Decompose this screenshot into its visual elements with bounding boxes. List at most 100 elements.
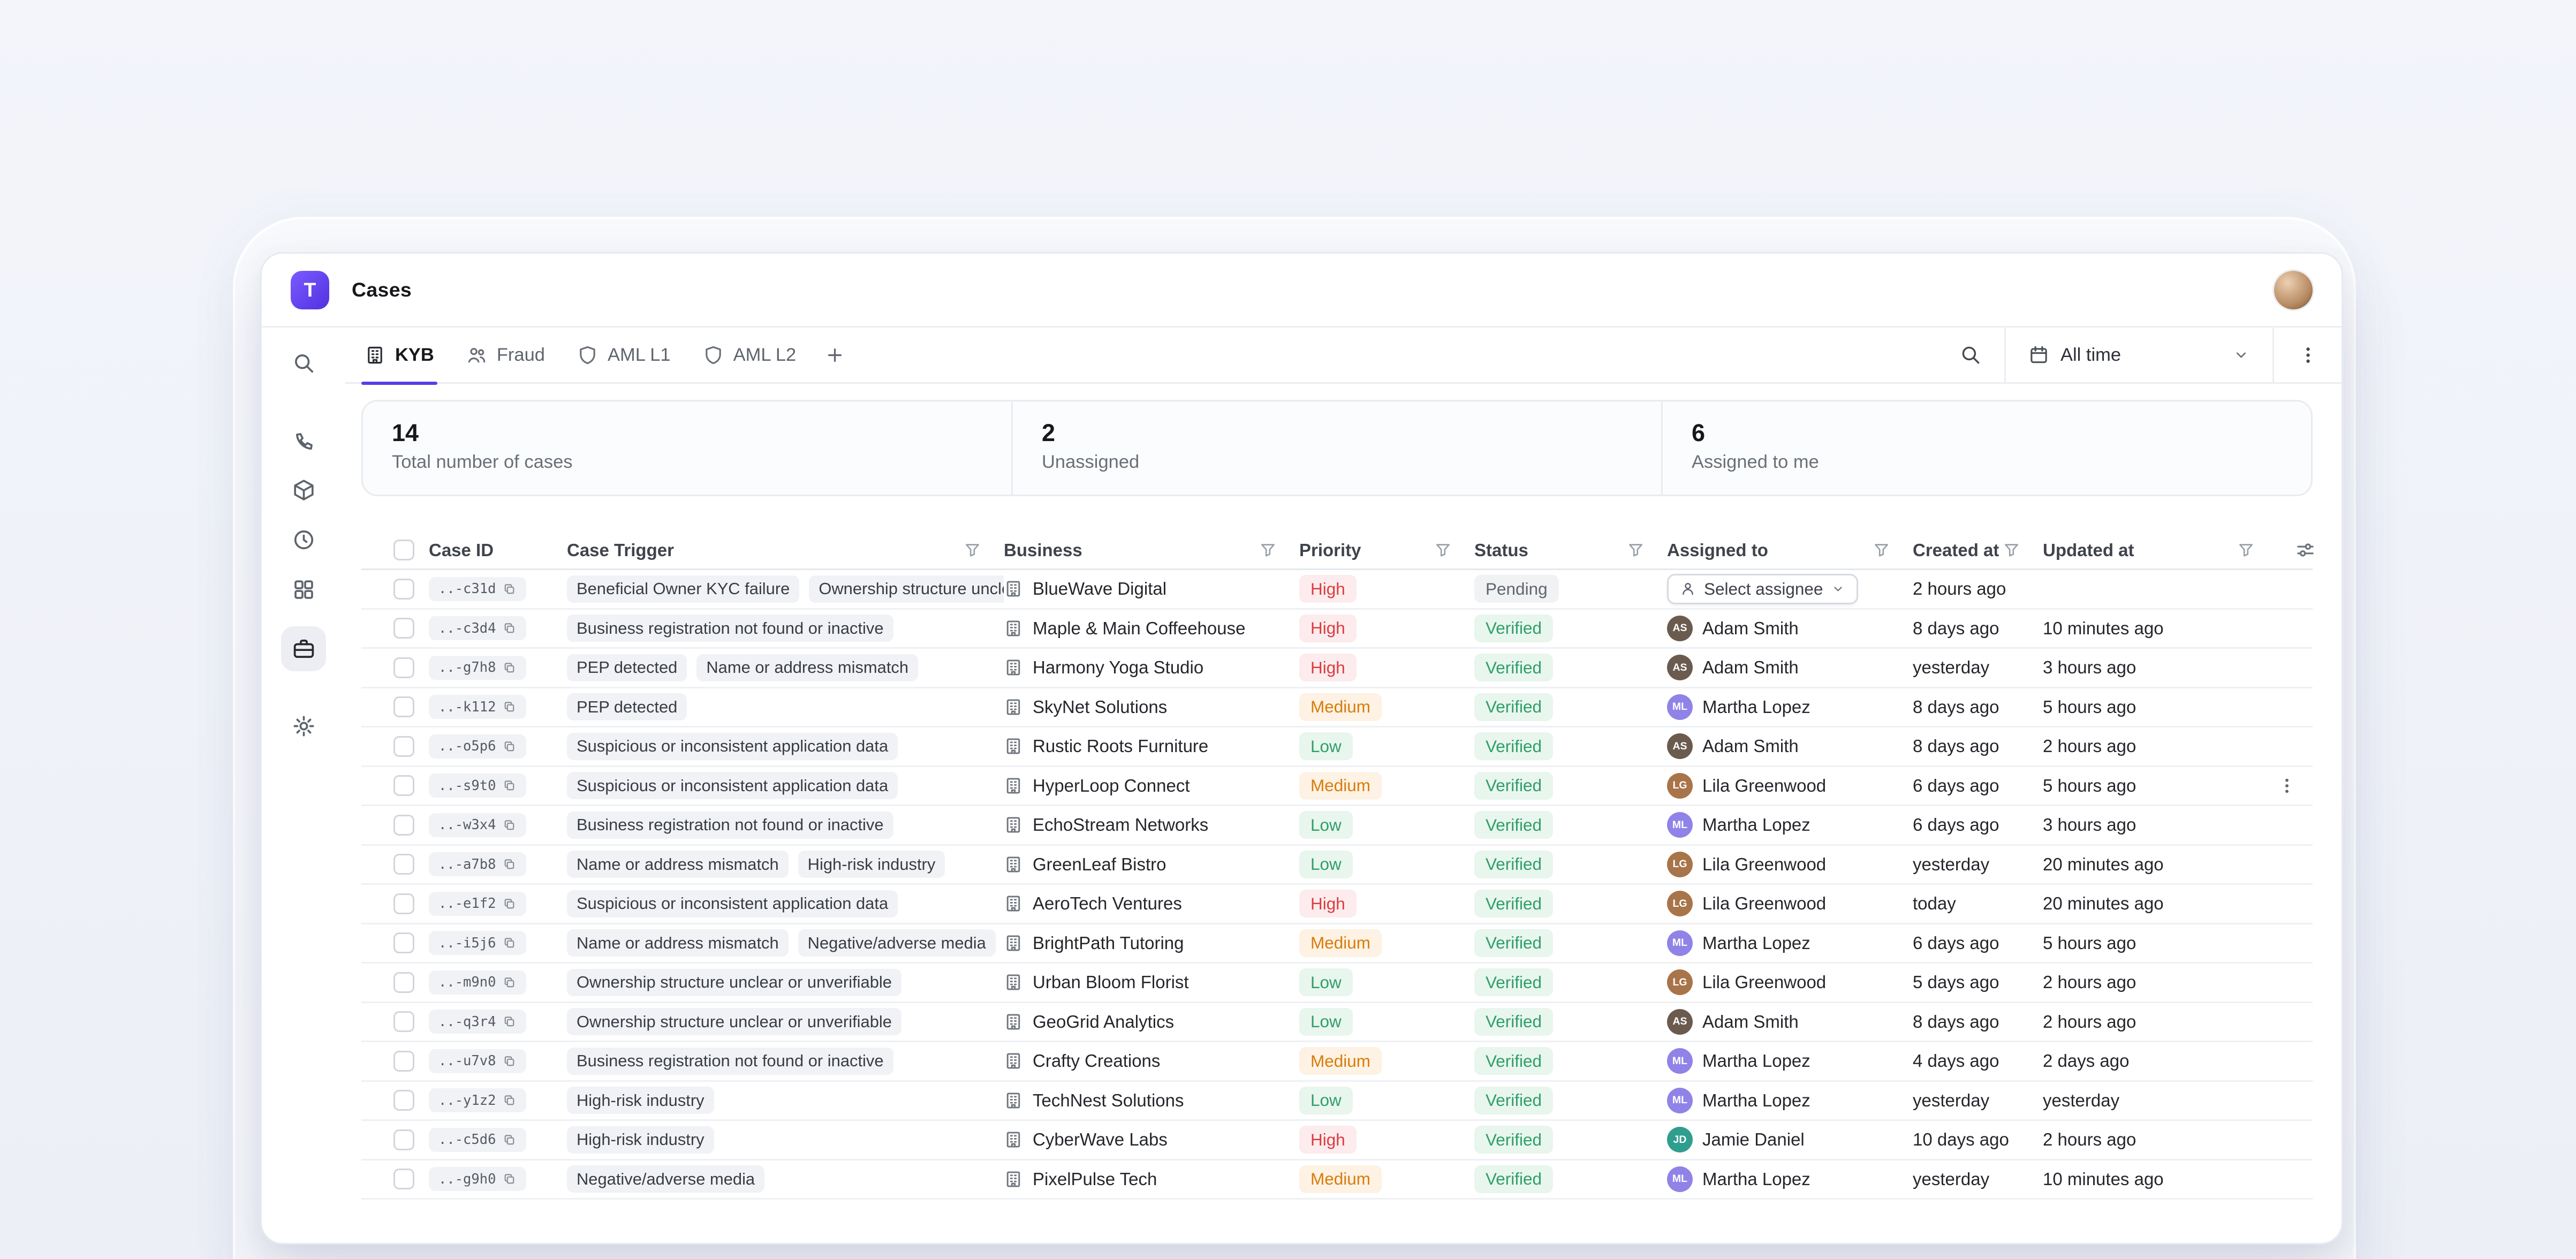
row-checkbox[interactable] (393, 736, 414, 757)
business-name: Harmony Yoga Studio (1033, 657, 1203, 678)
tab-aml-l1[interactable]: AML L1 (561, 327, 687, 383)
copy-icon (502, 936, 517, 950)
row-checkbox[interactable] (393, 618, 414, 639)
history-icon (292, 528, 316, 552)
assignee-name: Martha Lopez (1702, 697, 1810, 717)
row-menu-button[interactable] (2277, 776, 2297, 795)
assignee-avatar: AS (1667, 733, 1693, 759)
filter-button-created-at[interactable] (2003, 541, 2020, 559)
table-row[interactable]: ..-w3x4Business registration not found o… (361, 806, 2313, 846)
table-row[interactable]: ..-c31dBeneficial Owner KYC failureOwner… (361, 570, 2313, 610)
sidebar-item-settings[interactable] (281, 703, 326, 748)
table-row[interactable]: ..-a7b8Name or address mismatchHigh-risk… (361, 846, 2313, 885)
assignee-name: Lila Greenwood (1702, 972, 1826, 992)
case-id-pill[interactable]: ..-c31d (429, 577, 526, 601)
row-checkbox[interactable] (393, 1011, 414, 1032)
sidebar-item-packages[interactable] (281, 467, 326, 512)
case-id-pill[interactable]: ..-e1f2 (429, 892, 526, 916)
trigger-tags: Business registration not found or inact… (567, 615, 1004, 642)
tab-fraud[interactable]: Fraud (450, 327, 561, 383)
sidebar-item-search[interactable] (281, 340, 326, 385)
table-row[interactable]: ..-y1z2High-risk industryTechNest Soluti… (361, 1082, 2313, 1121)
table-row[interactable]: ..-k112PEP detectedSkyNet SolutionsMediu… (361, 688, 2313, 728)
page: T Cases KYBFraudAML L1AML L2 All time (0, 0, 2576, 1259)
case-id-pill[interactable]: ..-a7b8 (429, 852, 526, 876)
row-checkbox[interactable] (393, 1090, 414, 1111)
case-id-pill[interactable]: ..-i5j6 (429, 931, 526, 955)
sidebar-item-cases[interactable] (281, 626, 326, 671)
case-id-pill[interactable]: ..-c5d6 (429, 1128, 526, 1152)
updated-at: 3 hours ago (2043, 815, 2277, 835)
filter-button-priority[interactable] (1434, 541, 1452, 559)
created-at: 8 days ago (1913, 697, 2043, 717)
created-at: 4 days ago (1913, 1051, 2043, 1071)
tab-kyb[interactable]: KYB (348, 327, 450, 383)
row-checkbox[interactable] (393, 657, 414, 678)
table-row[interactable]: ..-s9t0Suspicious or inconsistent applic… (361, 767, 2313, 807)
row-checkbox[interactable] (393, 1129, 414, 1150)
business-cell: HyperLoop Connect (1004, 776, 1299, 796)
row-checkbox[interactable] (393, 579, 414, 600)
case-id-pill[interactable]: ..-g7h8 (429, 656, 526, 680)
trigger-tag: Name or address mismatch (567, 851, 789, 878)
trigger-tag: PEP detected (567, 693, 687, 720)
table-row[interactable]: ..-m9n0 Ownership structure unclear or un… (361, 964, 2313, 1003)
tab-aml-l2[interactable]: AML L2 (687, 327, 813, 383)
updated-at: 10 minutes ago (2043, 1169, 2277, 1189)
priority-badge: Medium (1299, 929, 1382, 957)
sidebar-item-history[interactable] (281, 517, 326, 562)
user-avatar[interactable] (2274, 271, 2313, 309)
row-checkbox[interactable] (393, 1169, 414, 1189)
table-row[interactable]: ..-g9h0Negative/adverse mediaPixelPulse … (361, 1161, 2313, 1200)
table-row[interactable]: ..-e1f2Suspicious or inconsistent applic… (361, 885, 2313, 924)
app-logo[interactable]: T (291, 271, 329, 309)
table-row[interactable]: ..-g7h8PEP detectedName or address misma… (361, 649, 2313, 688)
select-assignee-button[interactable]: Select assignee (1667, 574, 1858, 604)
case-id-pill[interactable]: ..-s9t0 (429, 773, 526, 798)
filter-button-assigned-to[interactable] (1873, 541, 1890, 559)
more-menu-button[interactable] (2274, 327, 2342, 383)
assignee-cell: JDJamie Daniel (1667, 1127, 1913, 1152)
status-badge: Verified (1474, 968, 1553, 996)
select-all-checkbox[interactable] (393, 540, 414, 560)
table-row[interactable]: ..-c3d4 Business registration not found o… (361, 610, 2313, 649)
case-id-pill[interactable]: ..-g9h0 (429, 1167, 526, 1191)
sidebar-item-calls[interactable] (281, 419, 326, 464)
case-id-pill[interactable]: ..-w3x4 (429, 813, 526, 837)
row-checkbox[interactable] (393, 854, 414, 875)
row-checkbox[interactable] (393, 972, 414, 993)
row-checkbox[interactable] (393, 932, 414, 953)
case-id-pill[interactable]: ..-q3r4 (429, 1010, 526, 1034)
building-icon (1004, 658, 1023, 677)
column-settings-button[interactable] (2295, 540, 2316, 560)
table-row[interactable]: ..-i5j6Name or address mismatchNegative/… (361, 924, 2313, 964)
table-row[interactable]: ..-o5p6Suspicious or inconsistent applic… (361, 727, 2313, 767)
table-row[interactable]: ..-u7v8Business registration not found o… (361, 1042, 2313, 1082)
filter-button-business[interactable] (1259, 541, 1277, 559)
case-id-pill[interactable]: ..-m9n0 (429, 970, 526, 995)
case-id-pill[interactable]: ..-u7v8 (429, 1049, 526, 1073)
building-icon (1004, 1170, 1023, 1189)
row-checkbox[interactable] (393, 696, 414, 717)
case-id-pill[interactable]: ..-o5p6 (429, 734, 526, 759)
row-checkbox[interactable] (393, 815, 414, 836)
trigger-tag: Ownership structure unclear or unverifia… (567, 969, 901, 996)
sidebar-item-apps[interactable] (281, 567, 326, 612)
case-id-pill[interactable]: ..-k112 (429, 695, 526, 719)
add-tab-button[interactable] (812, 327, 857, 383)
filter-button-case-trigger[interactable] (964, 541, 981, 559)
filter-button-status[interactable] (1627, 541, 1645, 559)
case-id-pill[interactable]: ..-y1z2 (429, 1088, 526, 1112)
time-filter-select[interactable]: All time (2006, 327, 2272, 383)
case-id-pill[interactable]: ..-c3d4 (429, 616, 526, 640)
assignee-avatar: LG (1667, 773, 1693, 799)
row-checkbox[interactable] (393, 893, 414, 914)
row-checkbox[interactable] (393, 775, 414, 796)
filter-button-updated-at[interactable] (2237, 541, 2255, 559)
table-row[interactable]: ..-c5d6High-risk industryCyberWave LabsH… (361, 1121, 2313, 1161)
search-button[interactable] (1937, 327, 2004, 383)
table-row[interactable]: ..-q3r4Ownership structure unclear or un… (361, 1003, 2313, 1043)
priority-badge: Low (1299, 732, 1353, 760)
business-name: GreenLeaf Bistro (1033, 854, 1166, 875)
row-checkbox[interactable] (393, 1051, 414, 1072)
